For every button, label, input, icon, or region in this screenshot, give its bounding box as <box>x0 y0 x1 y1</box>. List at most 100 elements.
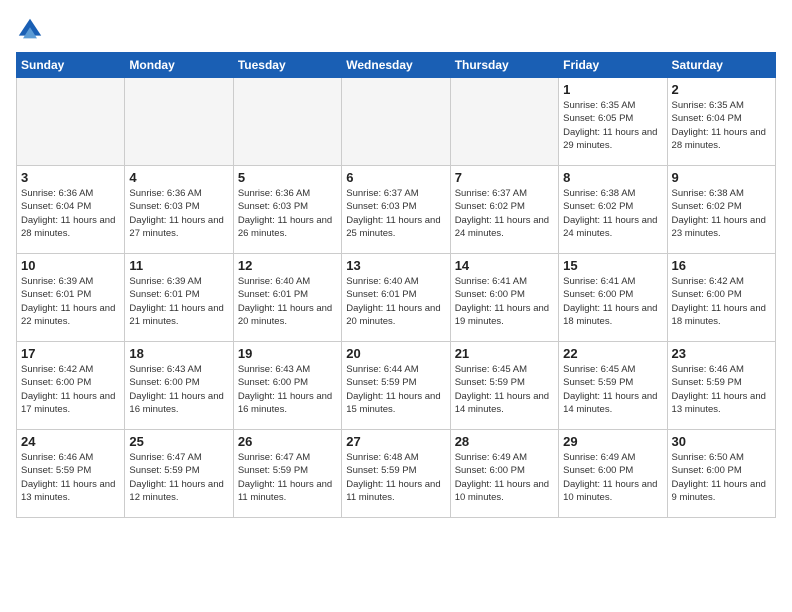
calendar-cell: 4Sunrise: 6:36 AM Sunset: 6:03 PM Daylig… <box>125 166 233 254</box>
day-number: 25 <box>129 434 228 449</box>
day-number: 24 <box>21 434 120 449</box>
day-header-friday: Friday <box>559 53 667 78</box>
day-info: Sunrise: 6:46 AM Sunset: 5:59 PM Dayligh… <box>21 451 120 504</box>
calendar-cell: 29 Sunrise: 6:49 AM Sunset: 6:00 PM Dayli… <box>559 430 667 518</box>
logo-icon <box>16 16 44 44</box>
day-number: 14 <box>455 258 554 273</box>
day-number: 15 <box>563 258 662 273</box>
day-info: Sunrise: 6:36 AM Sunset: 6:03 PM Dayligh… <box>238 187 337 240</box>
calendar-cell: 22Sunrise: 6:45 AM Sunset: 5:59 PM Dayli… <box>559 342 667 430</box>
calendar-cell: 1Sunrise: 6:35 AM Sunset: 6:05 PM Daylig… <box>559 78 667 166</box>
day-number: 2 <box>672 82 771 97</box>
day-info: Sunrise: 6:35 AM Sunset: 6:05 PM Dayligh… <box>563 99 662 152</box>
calendar-cell: 25 Sunrise: 6:47 AM Sunset: 5:59 PM Dayli… <box>125 430 233 518</box>
day-info: Sunrise: 6:41 AM Sunset: 6:00 PM Dayligh… <box>455 275 554 328</box>
day-info: Sunrise: 6:35 AM Sunset: 6:04 PM Dayligh… <box>672 99 771 152</box>
day-number: 10 <box>21 258 120 273</box>
day-info: Sunrise: 6:47 AM Sunset: 5:59 PM Dayligh… <box>238 451 337 504</box>
day-number: 29 <box>563 434 662 449</box>
day-number: 20 <box>346 346 445 361</box>
day-number: 5 <box>238 170 337 185</box>
day-info: Sunrise: 6:44 AM Sunset: 5:59 PM Dayligh… <box>346 363 445 416</box>
calendar-cell: 17 Sunrise: 6:42 AM Sunset: 6:00 PM Dayli… <box>17 342 125 430</box>
day-number: 12 <box>238 258 337 273</box>
calendar-cell: 26 Sunrise: 6:47 AM Sunset: 5:59 PM Dayli… <box>233 430 341 518</box>
calendar-cell <box>125 78 233 166</box>
calendar-cell: 23 Sunrise: 6:46 AM Sunset: 5:59 PM Dayli… <box>667 342 775 430</box>
day-number: 16 <box>672 258 771 273</box>
calendar-cell <box>450 78 558 166</box>
calendar-week-row: 10 Sunrise: 6:39 AM Sunset: 6:01 PM Dayli… <box>17 254 776 342</box>
day-info: Sunrise: 6:40 AM Sunset: 6:01 PM Dayligh… <box>238 275 337 328</box>
calendar-cell: 13Sunrise: 6:40 AM Sunset: 6:01 PM Dayli… <box>342 254 450 342</box>
day-info: Sunrise: 6:38 AM Sunset: 6:02 PM Dayligh… <box>672 187 771 240</box>
day-info: Sunrise: 6:38 AM Sunset: 6:02 PM Dayligh… <box>563 187 662 240</box>
calendar-cell: 18 Sunrise: 6:43 AM Sunset: 6:00 PM Dayli… <box>125 342 233 430</box>
day-info: Sunrise: 6:43 AM Sunset: 6:00 PM Dayligh… <box>129 363 228 416</box>
day-header-wednesday: Wednesday <box>342 53 450 78</box>
day-info: Sunrise: 6:47 AM Sunset: 5:59 PM Dayligh… <box>129 451 228 504</box>
calendar-cell: 8 Sunrise: 6:38 AM Sunset: 6:02 PM Daylig… <box>559 166 667 254</box>
day-number: 19 <box>238 346 337 361</box>
day-number: 6 <box>346 170 445 185</box>
calendar-cell: 11Sunrise: 6:39 AM Sunset: 6:01 PM Dayli… <box>125 254 233 342</box>
day-number: 27 <box>346 434 445 449</box>
calendar-cell: 10 Sunrise: 6:39 AM Sunset: 6:01 PM Dayli… <box>17 254 125 342</box>
day-number: 30 <box>672 434 771 449</box>
calendar-cell: 15 Sunrise: 6:41 AM Sunset: 6:00 PM Dayli… <box>559 254 667 342</box>
calendar-cell: 2 Sunrise: 6:35 AM Sunset: 6:04 PM Daylig… <box>667 78 775 166</box>
calendar-table: SundayMondayTuesdayWednesdayThursdayFrid… <box>16 52 776 518</box>
calendar-cell: 5 Sunrise: 6:36 AM Sunset: 6:03 PM Daylig… <box>233 166 341 254</box>
calendar-cell: 14 Sunrise: 6:41 AM Sunset: 6:00 PM Dayli… <box>450 254 558 342</box>
day-info: Sunrise: 6:50 AM Sunset: 6:00 PM Dayligh… <box>672 451 771 504</box>
day-number: 3 <box>21 170 120 185</box>
day-number: 9 <box>672 170 771 185</box>
day-info: Sunrise: 6:46 AM Sunset: 5:59 PM Dayligh… <box>672 363 771 416</box>
calendar-week-row: 1Sunrise: 6:35 AM Sunset: 6:05 PM Daylig… <box>17 78 776 166</box>
day-header-tuesday: Tuesday <box>233 53 341 78</box>
day-header-thursday: Thursday <box>450 53 558 78</box>
day-number: 23 <box>672 346 771 361</box>
calendar-cell: 24 Sunrise: 6:46 AM Sunset: 5:59 PM Dayli… <box>17 430 125 518</box>
day-info: Sunrise: 6:48 AM Sunset: 5:59 PM Dayligh… <box>346 451 445 504</box>
day-number: 28 <box>455 434 554 449</box>
calendar-week-row: 24 Sunrise: 6:46 AM Sunset: 5:59 PM Dayli… <box>17 430 776 518</box>
day-info: Sunrise: 6:49 AM Sunset: 6:00 PM Dayligh… <box>455 451 554 504</box>
day-info: Sunrise: 6:42 AM Sunset: 6:00 PM Dayligh… <box>21 363 120 416</box>
calendar-cell <box>342 78 450 166</box>
calendar-cell <box>17 78 125 166</box>
calendar-cell: 20 Sunrise: 6:44 AM Sunset: 5:59 PM Dayli… <box>342 342 450 430</box>
calendar-cell: 12 Sunrise: 6:40 AM Sunset: 6:01 PM Dayli… <box>233 254 341 342</box>
day-number: 4 <box>129 170 228 185</box>
day-number: 13 <box>346 258 445 273</box>
day-number: 8 <box>563 170 662 185</box>
day-number: 17 <box>21 346 120 361</box>
calendar-cell: 16 Sunrise: 6:42 AM Sunset: 6:00 PM Dayli… <box>667 254 775 342</box>
calendar-header-row: SundayMondayTuesdayWednesdayThursdayFrid… <box>17 53 776 78</box>
day-header-saturday: Saturday <box>667 53 775 78</box>
calendar-cell: 7 Sunrise: 6:37 AM Sunset: 6:02 PM Daylig… <box>450 166 558 254</box>
calendar-cell: 21Sunrise: 6:45 AM Sunset: 5:59 PM Dayli… <box>450 342 558 430</box>
day-number: 11 <box>129 258 228 273</box>
day-info: Sunrise: 6:36 AM Sunset: 6:04 PM Dayligh… <box>21 187 120 240</box>
day-number: 7 <box>455 170 554 185</box>
day-info: Sunrise: 6:49 AM Sunset: 6:00 PM Dayligh… <box>563 451 662 504</box>
day-number: 26 <box>238 434 337 449</box>
calendar-cell <box>233 78 341 166</box>
page-header <box>16 16 776 44</box>
day-info: Sunrise: 6:45 AM Sunset: 5:59 PM Dayligh… <box>455 363 554 416</box>
day-info: Sunrise: 6:45 AM Sunset: 5:59 PM Dayligh… <box>563 363 662 416</box>
day-number: 18 <box>129 346 228 361</box>
calendar-cell: 28 Sunrise: 6:49 AM Sunset: 6:00 PM Dayli… <box>450 430 558 518</box>
calendar-cell: 27 Sunrise: 6:48 AM Sunset: 5:59 PM Dayli… <box>342 430 450 518</box>
calendar-cell: 6 Sunrise: 6:37 AM Sunset: 6:03 PM Daylig… <box>342 166 450 254</box>
day-info: Sunrise: 6:37 AM Sunset: 6:02 PM Dayligh… <box>455 187 554 240</box>
day-info: Sunrise: 6:42 AM Sunset: 6:00 PM Dayligh… <box>672 275 771 328</box>
day-info: Sunrise: 6:41 AM Sunset: 6:00 PM Dayligh… <box>563 275 662 328</box>
day-info: Sunrise: 6:43 AM Sunset: 6:00 PM Dayligh… <box>238 363 337 416</box>
calendar-week-row: 17 Sunrise: 6:42 AM Sunset: 6:00 PM Dayli… <box>17 342 776 430</box>
day-info: Sunrise: 6:37 AM Sunset: 6:03 PM Dayligh… <box>346 187 445 240</box>
day-header-monday: Monday <box>125 53 233 78</box>
calendar-cell: 9 Sunrise: 6:38 AM Sunset: 6:02 PM Daylig… <box>667 166 775 254</box>
day-info: Sunrise: 6:39 AM Sunset: 6:01 PM Dayligh… <box>21 275 120 328</box>
